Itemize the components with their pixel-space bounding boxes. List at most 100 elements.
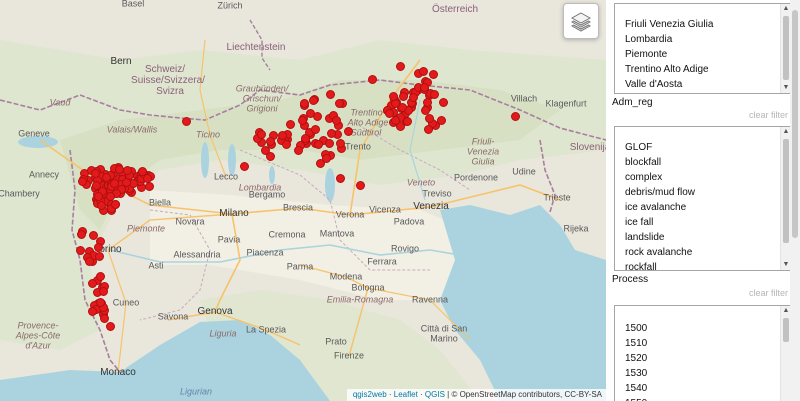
event-marker[interactable] bbox=[423, 124, 433, 134]
event-marker[interactable] bbox=[510, 111, 520, 121]
event-marker[interactable] bbox=[95, 297, 105, 307]
event-marker[interactable] bbox=[101, 172, 111, 182]
panel-scrollbar[interactable] bbox=[790, 0, 800, 401]
event-marker[interactable] bbox=[367, 74, 377, 84]
event-marker[interactable] bbox=[398, 91, 408, 101]
adm-reg-select[interactable]: Friuli Venezia Giulia Lombardia Piemonte Tr… bbox=[614, 3, 792, 94]
event-marker[interactable] bbox=[384, 108, 394, 118]
event-marker[interactable] bbox=[428, 69, 438, 79]
event-marker[interactable] bbox=[408, 92, 418, 102]
filter-option[interactable]: rockfall bbox=[625, 260, 775, 270]
filter-option[interactable]: landslide bbox=[625, 230, 775, 245]
event-marker[interactable] bbox=[335, 173, 345, 183]
event-marker[interactable] bbox=[95, 271, 105, 281]
event-marker[interactable] bbox=[142, 173, 152, 183]
filter-option[interactable]: 1520 bbox=[625, 351, 775, 366]
event-marker[interactable] bbox=[424, 113, 434, 123]
event-marker[interactable] bbox=[422, 97, 432, 107]
event-marker[interactable] bbox=[265, 151, 275, 161]
event-marker[interactable] bbox=[93, 242, 103, 252]
event-marker[interactable] bbox=[87, 306, 97, 316]
filter-option[interactable]: Lombardia bbox=[625, 32, 775, 47]
process-clear-filter[interactable]: clear filter bbox=[749, 288, 788, 298]
event-marker[interactable] bbox=[334, 98, 344, 108]
place-label: Prato bbox=[325, 336, 347, 347]
event-marker[interactable] bbox=[110, 199, 120, 209]
event-marker[interactable] bbox=[438, 97, 448, 107]
event-marker[interactable] bbox=[324, 138, 334, 148]
event-marker[interactable] bbox=[77, 176, 87, 186]
qgis2web-link[interactable]: qgis2web bbox=[353, 390, 387, 399]
place-label: Slovenija bbox=[569, 142, 606, 153]
event-marker[interactable] bbox=[418, 66, 428, 76]
filter-option[interactable]: Piemonte bbox=[625, 47, 775, 62]
event-marker[interactable] bbox=[105, 191, 115, 201]
event-marker[interactable] bbox=[87, 278, 97, 288]
qgis-link[interactable]: QGIS bbox=[425, 390, 445, 399]
event-marker[interactable] bbox=[335, 138, 345, 148]
event-marker[interactable] bbox=[293, 145, 303, 155]
event-marker[interactable] bbox=[355, 180, 365, 190]
filter-option[interactable]: 1550 bbox=[625, 396, 775, 401]
event-marker[interactable] bbox=[109, 178, 119, 188]
filter-option[interactable]: ice fall bbox=[625, 215, 775, 230]
event-marker[interactable] bbox=[313, 139, 323, 149]
event-marker[interactable] bbox=[388, 91, 398, 101]
year-select[interactable]: 150015101520153015401550 ▲ bbox=[614, 305, 792, 401]
basemap-tiles bbox=[0, 19, 606, 401]
event-marker[interactable] bbox=[76, 229, 86, 239]
event-marker[interactable] bbox=[94, 251, 104, 261]
filter-option[interactable]: 1530 bbox=[625, 366, 775, 381]
event-marker[interactable] bbox=[256, 129, 266, 139]
filter-option[interactable]: rock avalanche bbox=[625, 245, 775, 260]
filter-option[interactable]: Trentino Alto Adige bbox=[625, 62, 775, 77]
event-marker[interactable] bbox=[325, 89, 335, 99]
event-marker[interactable] bbox=[299, 98, 309, 108]
adm-reg-clear-filter[interactable]: clear filter bbox=[749, 110, 788, 120]
event-marker[interactable] bbox=[312, 111, 322, 121]
filter-option[interactable]: Valle d'Aosta bbox=[625, 77, 775, 92]
event-marker[interactable] bbox=[93, 191, 103, 201]
event-marker[interactable] bbox=[281, 139, 291, 149]
event-marker[interactable] bbox=[99, 313, 109, 323]
filter-option[interactable]: ice avalanche bbox=[625, 200, 775, 215]
event-marker[interactable] bbox=[96, 200, 106, 210]
event-marker[interactable] bbox=[114, 164, 124, 174]
event-marker[interactable] bbox=[315, 158, 325, 168]
event-marker[interactable] bbox=[419, 82, 429, 92]
event-marker[interactable] bbox=[310, 124, 320, 134]
event-marker[interactable] bbox=[395, 61, 405, 71]
event-marker[interactable] bbox=[300, 133, 310, 143]
event-marker[interactable] bbox=[308, 95, 318, 105]
process-select[interactable]: GLOF blockfall complex debris/mud flow ice a… bbox=[614, 126, 792, 271]
event-marker[interactable] bbox=[98, 286, 108, 296]
event-marker[interactable] bbox=[105, 321, 115, 331]
filter-option[interactable]: 1540 bbox=[625, 381, 775, 396]
filter-option[interactable]: complex bbox=[625, 170, 775, 185]
filter-option[interactable]: debris/mud flow bbox=[625, 185, 775, 200]
event-marker[interactable] bbox=[297, 115, 307, 125]
event-marker[interactable] bbox=[326, 128, 336, 138]
event-marker[interactable] bbox=[331, 115, 341, 125]
event-marker[interactable] bbox=[265, 136, 275, 146]
filter-option[interactable]: blockfall bbox=[625, 155, 775, 170]
layers-control-button[interactable] bbox=[563, 3, 599, 39]
filter-option[interactable]: Friuli Venezia Giulia bbox=[625, 17, 775, 32]
filter-option[interactable]: GLOF bbox=[625, 140, 775, 155]
event-marker[interactable] bbox=[181, 116, 191, 126]
filter-option[interactable]: 1500 bbox=[625, 321, 775, 336]
event-marker[interactable] bbox=[90, 168, 100, 178]
event-marker[interactable] bbox=[277, 130, 287, 140]
leaflet-link[interactable]: Leaflet bbox=[394, 390, 418, 399]
event-marker[interactable] bbox=[239, 161, 249, 171]
event-marker[interactable] bbox=[84, 256, 94, 266]
event-marker[interactable] bbox=[285, 119, 295, 129]
event-marker[interactable] bbox=[429, 89, 439, 99]
event-marker[interactable] bbox=[122, 165, 132, 175]
event-marker[interactable] bbox=[144, 181, 154, 191]
event-marker[interactable] bbox=[343, 126, 353, 136]
filter-option[interactable]: 1510 bbox=[625, 336, 775, 351]
event-marker[interactable] bbox=[75, 245, 85, 255]
event-marker[interactable] bbox=[436, 115, 446, 125]
map-view[interactable]: Basel Zürich Liechtenstein Österreich Bern Sc… bbox=[0, 0, 606, 401]
